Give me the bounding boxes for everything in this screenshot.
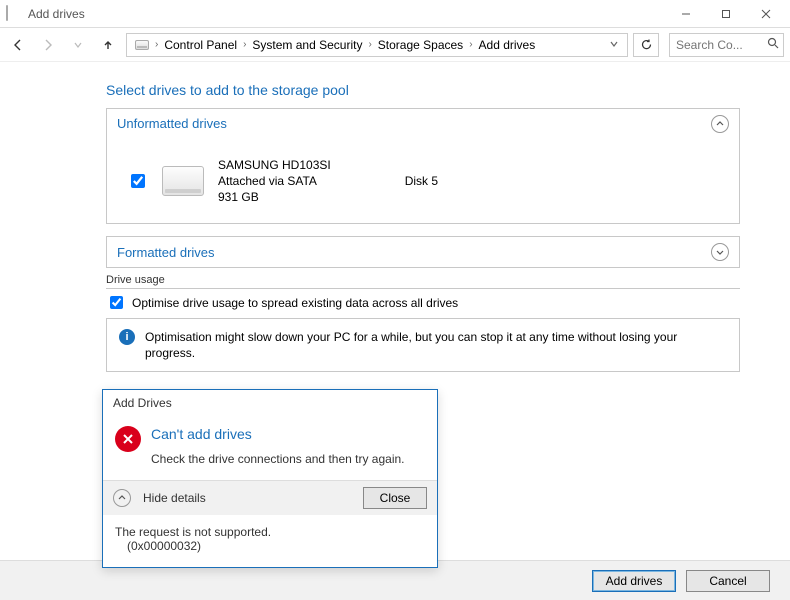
close-button[interactable] bbox=[746, 0, 786, 28]
drive-name: SAMSUNG HD103SI bbox=[218, 157, 331, 173]
dialog-close-button[interactable]: Close bbox=[363, 487, 427, 509]
recent-dropdown[interactable] bbox=[66, 33, 90, 57]
optimise-checkbox[interactable] bbox=[110, 296, 123, 309]
back-button[interactable] bbox=[6, 33, 30, 57]
drive-checkbox[interactable] bbox=[131, 174, 145, 188]
maximize-button[interactable] bbox=[706, 0, 746, 28]
add-drives-button[interactable]: Add drives bbox=[592, 570, 676, 592]
window-title: Add drives bbox=[28, 7, 85, 21]
dialog-action-bar: Hide details Close bbox=[103, 480, 437, 515]
breadcrumb-3[interactable]: Add drives bbox=[475, 38, 540, 52]
drive-info: SAMSUNG HD103SI Attached via SATA 931 GB bbox=[218, 157, 331, 205]
search-icon[interactable] bbox=[767, 37, 779, 52]
forward-button[interactable] bbox=[36, 33, 60, 57]
drive-disk-label: Disk 5 bbox=[405, 174, 438, 188]
drive-size: 931 GB bbox=[218, 189, 331, 205]
chevron-right-icon: › bbox=[467, 39, 474, 50]
page-heading: Select drives to add to the storage pool bbox=[106, 82, 740, 98]
breadcrumb-2[interactable]: Storage Spaces bbox=[374, 38, 467, 52]
chevron-right-icon: › bbox=[241, 39, 248, 50]
chevron-right-icon: › bbox=[366, 39, 373, 50]
refresh-button[interactable] bbox=[633, 33, 659, 57]
collapse-icon[interactable] bbox=[711, 115, 729, 133]
address-dropdown[interactable] bbox=[605, 38, 623, 52]
dialog-details: The request is not supported. (0x0000003… bbox=[103, 515, 437, 567]
titlebar: Add drives bbox=[0, 0, 790, 28]
search-input[interactable] bbox=[674, 37, 754, 53]
address-bar[interactable]: › Control Panel › System and Security › … bbox=[126, 33, 628, 57]
info-text: Optimisation might slow down your PC for… bbox=[145, 329, 727, 361]
optimise-option: Optimise drive usage to spread existing … bbox=[106, 288, 740, 318]
info-icon: i bbox=[119, 329, 135, 345]
formatted-drives-header[interactable]: Formatted drives bbox=[107, 237, 739, 267]
nav-row: › Control Panel › System and Security › … bbox=[0, 28, 790, 62]
unformatted-drives-header[interactable]: Unformatted drives bbox=[107, 109, 739, 139]
dialog-message: Check the drive connections and then try… bbox=[151, 452, 405, 466]
dialog-heading: Can't add drives bbox=[151, 426, 405, 442]
details-toggle[interactable]: Hide details bbox=[143, 491, 206, 505]
up-button[interactable] bbox=[96, 33, 120, 57]
app-icon bbox=[6, 6, 22, 22]
error-dialog: Add Drives Can't add drives Check the dr… bbox=[102, 389, 438, 568]
minimize-button[interactable] bbox=[666, 0, 706, 28]
optimise-label: Optimise drive usage to spread existing … bbox=[132, 296, 458, 310]
details-toggle-icon[interactable] bbox=[113, 489, 131, 507]
drive-row: SAMSUNG HD103SI Attached via SATA 931 GB… bbox=[107, 139, 739, 223]
drive-icon bbox=[162, 166, 204, 196]
formatted-drives-panel: Formatted drives bbox=[106, 236, 740, 268]
expand-icon[interactable] bbox=[711, 243, 729, 261]
breadcrumb-0[interactable]: Control Panel bbox=[160, 38, 241, 52]
details-line-2: (0x00000032) bbox=[115, 539, 425, 553]
info-box: i Optimisation might slow down your PC f… bbox=[106, 318, 740, 372]
error-icon bbox=[115, 426, 141, 452]
search-box[interactable] bbox=[669, 33, 784, 57]
drive-usage-label: Drive usage bbox=[106, 274, 740, 286]
drive-connection: Attached via SATA bbox=[218, 173, 331, 189]
formatted-drives-title: Formatted drives bbox=[117, 245, 215, 260]
cancel-button[interactable]: Cancel bbox=[686, 570, 770, 592]
details-line-1: The request is not supported. bbox=[115, 525, 425, 539]
dialog-body: Can't add drives Check the drive connect… bbox=[103, 420, 437, 480]
unformatted-drives-panel: Unformatted drives SAMSUNG HD103SI Attac… bbox=[106, 108, 740, 224]
chevron-right-icon: › bbox=[153, 39, 160, 50]
window-controls bbox=[666, 0, 786, 28]
unformatted-drives-title: Unformatted drives bbox=[117, 116, 227, 131]
main-content: Select drives to add to the storage pool… bbox=[0, 62, 790, 372]
address-root-icon[interactable] bbox=[131, 40, 153, 50]
breadcrumb-1[interactable]: System and Security bbox=[248, 38, 366, 52]
dialog-title: Add Drives bbox=[103, 390, 437, 420]
